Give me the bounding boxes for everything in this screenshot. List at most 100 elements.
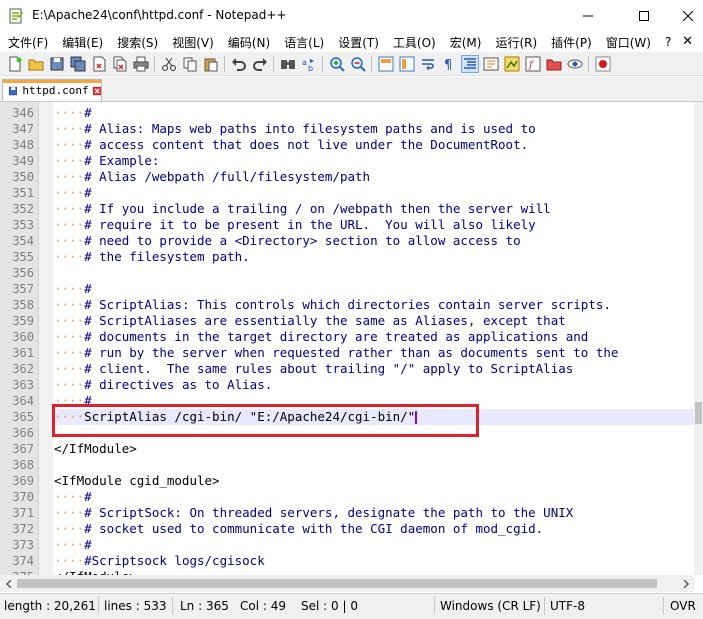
horizontal-scroll-thumb[interactable] (17, 579, 657, 588)
menu-plugins[interactable]: 插件(P) (543, 34, 592, 51)
doc-map-icon[interactable] (504, 56, 520, 72)
monitor-icon[interactable] (567, 56, 583, 72)
code-line[interactable] (54, 457, 694, 473)
code-line-text: ····# access content that does not live … (54, 137, 528, 152)
status-column: Col : 49 (240, 599, 286, 613)
whitespace-marker: ···· (54, 489, 85, 504)
cut-icon[interactable] (161, 56, 177, 72)
code-line[interactable]: ····# run by the server when requested r… (54, 345, 694, 361)
tab-httpd-conf[interactable]: httpd.conf (2, 79, 102, 101)
code-line-text: ····# If you include a trailing / on /we… (54, 201, 551, 216)
code-line[interactable]: ····# Alias: Maps web paths into filesys… (54, 121, 694, 137)
menu-window[interactable]: 窗口(W) (598, 34, 651, 51)
code-line[interactable]: ····# the filesystem path. (54, 249, 694, 265)
sync-vertical-icon[interactable] (378, 56, 394, 72)
line-number: 358 (12, 298, 34, 312)
line-number: 354 (12, 234, 34, 248)
sync-horizontal-icon[interactable] (399, 56, 415, 72)
word-wrap-icon[interactable] (420, 56, 436, 72)
fold-margin[interactable] (39, 102, 53, 575)
close-all-icon[interactable] (112, 56, 128, 72)
menu-help[interactable]: ? (657, 35, 671, 49)
horizontal-scrollbar[interactable] (0, 575, 694, 592)
code-line[interactable]: ····# Alias /webpath /full/filesystem/pa… (54, 169, 694, 185)
code-text: # (84, 281, 92, 296)
code-text: # (84, 185, 92, 200)
tab-close-icon[interactable] (92, 85, 101, 97)
function-list-icon[interactable]: f (525, 56, 541, 72)
maximize-button[interactable] (621, 0, 667, 32)
new-file-icon[interactable] (7, 56, 23, 72)
whitespace-marker: ···· (54, 377, 85, 392)
line-number: 352 (12, 202, 34, 216)
show-all-chars-icon[interactable]: ¶ (441, 56, 457, 72)
folder-workspace-icon[interactable] (546, 56, 562, 72)
line-number: 356 (12, 266, 34, 280)
close-document-button[interactable]: ✕ (682, 34, 693, 49)
record-macro-icon[interactable] (595, 56, 611, 72)
menu-view[interactable]: 视图(V) (164, 34, 214, 51)
redo-icon[interactable] (252, 56, 268, 72)
line-number: 362 (12, 362, 34, 376)
paste-icon[interactable] (203, 56, 219, 72)
code-line[interactable]: ····# access content that does not live … (54, 137, 694, 153)
minimize-button[interactable] (565, 0, 611, 32)
code-line[interactable]: ····# ScriptAliases are essentially the … (54, 313, 694, 329)
code-line[interactable]: ····# need to provide a <Directory> sect… (54, 233, 694, 249)
line-number: 364 (12, 394, 34, 408)
menu-search[interactable]: 搜索(S) (109, 34, 158, 51)
undo-icon[interactable] (231, 56, 247, 72)
code-line[interactable]: ····# If you include a trailing / on /we… (54, 201, 694, 217)
language-icon[interactable] (483, 56, 499, 72)
indent-guide-icon[interactable] (460, 54, 479, 73)
code-line[interactable]: ····# require it to be present in the UR… (54, 217, 694, 233)
code-text: # (84, 489, 92, 504)
code-line[interactable]: ····# client. The same rules about trail… (54, 361, 694, 377)
code-line-text: ····# need to provide a <Directory> sect… (54, 233, 521, 248)
close-window-button[interactable] (665, 0, 703, 32)
print-icon[interactable] (133, 56, 149, 72)
replace-icon[interactable]: ab (301, 56, 317, 72)
code-line[interactable]: ····# Example: (54, 153, 694, 169)
scroll-right-button[interactable] (677, 575, 694, 592)
code-line[interactable]: ····#Scriptsock logs/cgisock (54, 553, 694, 569)
toolbar-separator (371, 55, 372, 72)
code-line[interactable]: ····# ScriptAlias: This controls which d… (54, 297, 694, 313)
code-line[interactable]: ····# documents in the target directory … (54, 329, 694, 345)
menu-tools[interactable]: 工具(O) (385, 34, 436, 51)
menu-language[interactable]: 语言(L) (276, 34, 324, 51)
menu-run[interactable]: 运行(R) (487, 34, 537, 51)
scroll-left-button[interactable] (0, 575, 17, 592)
code-line[interactable]: ····# (54, 281, 694, 297)
line-number: 360 (12, 330, 34, 344)
code-line[interactable]: ····# (54, 489, 694, 505)
code-line[interactable] (54, 265, 694, 281)
editor[interactable]: 346 347 348 349 350 351 352 353 354 355 356 357 358 3… (0, 102, 694, 575)
zoom-in-icon[interactable] (329, 56, 345, 72)
title-bar: E:\Apache24\conf\httpd.conf - Notepad++ (0, 0, 703, 32)
code-line[interactable]: ····# (54, 105, 694, 121)
close-icon[interactable] (91, 56, 107, 72)
code-line[interactable]: <IfModule cgid_module> (54, 473, 694, 489)
vertical-scrollbar[interactable] (694, 102, 703, 575)
menu-edit[interactable]: 编辑(E) (54, 34, 103, 51)
code-area[interactable]: ····# ····# Alias: Maps web paths into fi… (54, 102, 694, 575)
save-all-icon[interactable] (70, 56, 86, 72)
menu-encoding[interactable]: 编码(N) (220, 34, 270, 51)
code-line[interactable]: ····# (54, 185, 694, 201)
code-line[interactable]: ····# (54, 537, 694, 553)
code-line[interactable]: </IfModule> (54, 441, 694, 457)
zoom-out-icon[interactable] (350, 56, 366, 72)
copy-icon[interactable] (182, 56, 198, 72)
open-file-icon[interactable] (28, 56, 44, 72)
code-text: # ScriptAlias: This controls which direc… (84, 297, 619, 312)
menu-file[interactable]: 文件(F) (0, 34, 48, 51)
vertical-scroll-thumb[interactable] (695, 402, 702, 424)
menu-macro[interactable]: 宏(M) (442, 34, 482, 51)
save-icon[interactable] (49, 56, 65, 72)
code-line[interactable]: ····# socket used to communicate with th… (54, 521, 694, 537)
code-line[interactable]: ····# directives as to Alias. (54, 377, 694, 393)
code-line[interactable]: ····# ScriptSock: On threaded servers, d… (54, 505, 694, 521)
menu-settings[interactable]: 设置(T) (330, 34, 379, 51)
find-icon[interactable] (280, 56, 296, 72)
